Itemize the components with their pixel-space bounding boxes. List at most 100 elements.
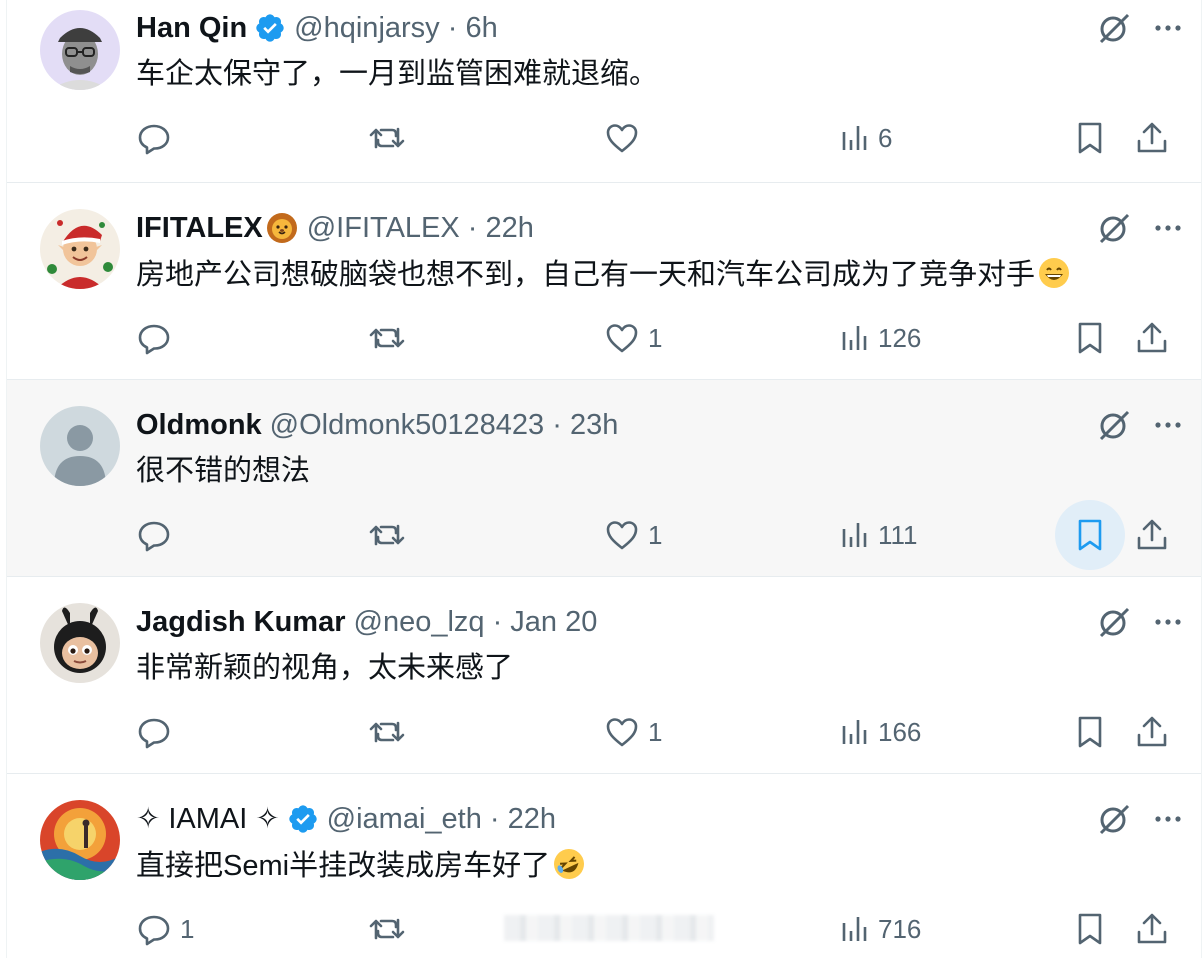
more-options-icon[interactable]: [1151, 802, 1185, 836]
handle-and-time[interactable]: @iamai_eth · 22h: [327, 802, 556, 836]
reply-button[interactable]: [136, 318, 180, 358]
like-button[interactable]: 1: [604, 712, 662, 752]
display-name[interactable]: Oldmonk: [136, 408, 262, 442]
grinning-emoji-icon: [1039, 258, 1070, 288]
views-icon: [842, 720, 867, 744]
post-top-actions: [1097, 802, 1185, 836]
cartoon-elf-avatar-icon: [40, 209, 120, 289]
share-button[interactable]: [1134, 909, 1170, 949]
lion-emoji-icon: [266, 213, 297, 243]
like-button[interactable]: 1: [604, 318, 662, 358]
repost-icon: [369, 524, 405, 546]
action-bar: 1 111: [136, 500, 1185, 570]
repost-icon: [369, 918, 405, 940]
views-icon: [842, 326, 867, 350]
blurred-region: [504, 915, 714, 941]
post-ifitalex[interactable]: IFITALEX @IFITALEX · 22h 房地产公司想破脑袋也想不到，自…: [7, 183, 1201, 380]
tweet-text: 很不错的想法: [136, 455, 311, 487]
tweet-text: 非常新颖的视角，太未来感了: [136, 652, 514, 684]
bookmark-button[interactable]: [1055, 500, 1125, 570]
display-name[interactable]: Han Qin: [136, 11, 247, 45]
share-button[interactable]: [1134, 118, 1170, 158]
share-icon: [1137, 716, 1167, 747]
avatar[interactable]: [40, 800, 120, 880]
reply-icon: [138, 324, 170, 355]
more-options-icon[interactable]: [1151, 408, 1185, 442]
reply-feed: Han Qin @hqinjarsy · 6h 车企太保守了，一月到监管困难就退…: [6, 0, 1202, 971]
bookmark-icon: [1078, 122, 1102, 154]
grok-icon[interactable]: [1097, 11, 1131, 45]
views-button[interactable]: 111: [840, 515, 918, 555]
like-button[interactable]: [604, 118, 648, 158]
share-button[interactable]: [1134, 712, 1170, 752]
share-button[interactable]: [1134, 515, 1170, 555]
reply-icon: [138, 718, 170, 749]
views-button[interactable]: 716: [840, 909, 921, 949]
toy-figure-avatar-icon: [40, 603, 120, 683]
grok-icon[interactable]: [1097, 408, 1131, 442]
action-bar: 1 126: [136, 318, 1185, 358]
post-header: ✧ IAMAI ✧ @iamai_eth · 22h: [136, 802, 556, 836]
reply-button[interactable]: [136, 712, 180, 752]
tweet-text: 房地产公司想破脑袋也想不到，自己有一天和汽车公司成为了竞争对手: [136, 256, 1071, 293]
post-oldmonk[interactable]: Oldmonk @Oldmonk50128423 · 23h 很不错的想法 1 …: [7, 380, 1201, 577]
post-header: Han Qin @hqinjarsy · 6h: [136, 11, 498, 45]
bookmark-icon: [1078, 716, 1102, 748]
repost-icon: [369, 721, 405, 743]
like-button[interactable]: 1: [604, 515, 662, 555]
avatar[interactable]: [40, 406, 120, 486]
avatar[interactable]: [40, 10, 120, 90]
display-name[interactable]: IFITALEX: [136, 211, 263, 245]
views-button[interactable]: 126: [840, 318, 921, 358]
views-icon: [842, 917, 867, 941]
post-top-actions: [1097, 11, 1185, 45]
reply-icon: [138, 915, 170, 946]
repost-icon: [369, 127, 405, 149]
repost-button[interactable]: [368, 318, 414, 358]
post-header: IFITALEX @IFITALEX · 22h: [136, 211, 534, 245]
tweet-text: 直接把Semi半挂改装成房车好了: [136, 847, 586, 884]
post-iamai[interactable]: ✧ IAMAI ✧ @iamai_eth · 22h 直接把Semi半挂改装成房…: [7, 774, 1201, 971]
avatar[interactable]: [40, 209, 120, 289]
more-options-icon[interactable]: [1151, 605, 1185, 639]
post-top-actions: [1097, 605, 1185, 639]
verified-badge-icon[interactable]: [287, 803, 319, 835]
bookmark-button[interactable]: [1076, 318, 1104, 358]
repost-button[interactable]: [368, 909, 414, 949]
repost-button[interactable]: [368, 712, 414, 752]
views-button[interactable]: 6: [840, 118, 892, 158]
reply-button[interactable]: 1: [136, 909, 194, 949]
verified-badge-icon[interactable]: [254, 12, 286, 44]
heart-icon: [606, 718, 638, 747]
avatar[interactable]: [40, 603, 120, 683]
post-jagdish-kumar[interactable]: Jagdish Kumar @neo_lzq · Jan 20 非常新颖的视角，…: [7, 577, 1201, 774]
reply-icon: [138, 124, 170, 155]
handle-and-time[interactable]: @IFITALEX · 22h: [307, 211, 534, 245]
more-options-icon[interactable]: [1151, 211, 1185, 245]
share-icon: [1137, 519, 1167, 550]
share-icon: [1137, 913, 1167, 944]
person-avatar-icon: [40, 10, 120, 90]
views-button[interactable]: 166: [840, 712, 921, 752]
repost-icon: [369, 327, 405, 349]
reply-button[interactable]: [136, 515, 180, 555]
display-name[interactable]: ✧ IAMAI ✧: [136, 802, 280, 836]
bookmark-button[interactable]: [1076, 909, 1104, 949]
post-han-qin[interactable]: Han Qin @hqinjarsy · 6h 车企太保守了，一月到监管困难就退…: [7, 0, 1201, 183]
repost-button[interactable]: [368, 515, 414, 555]
bookmark-button[interactable]: [1076, 118, 1104, 158]
handle-and-time[interactable]: @Oldmonk50128423 · 23h: [270, 408, 619, 442]
views-icon: [842, 126, 867, 150]
share-button[interactable]: [1134, 318, 1170, 358]
grok-icon[interactable]: [1097, 605, 1131, 639]
heart-icon: [606, 124, 638, 153]
grok-icon[interactable]: [1097, 211, 1131, 245]
reply-button[interactable]: [136, 118, 180, 158]
repost-button[interactable]: [368, 118, 414, 158]
grok-icon[interactable]: [1097, 802, 1131, 836]
handle-and-time[interactable]: @hqinjarsy · 6h: [294, 11, 498, 45]
bookmark-button[interactable]: [1076, 712, 1104, 752]
handle-and-time[interactable]: @neo_lzq · Jan 20: [354, 605, 598, 639]
more-options-icon[interactable]: [1151, 11, 1185, 45]
display-name[interactable]: Jagdish Kumar: [136, 605, 346, 639]
